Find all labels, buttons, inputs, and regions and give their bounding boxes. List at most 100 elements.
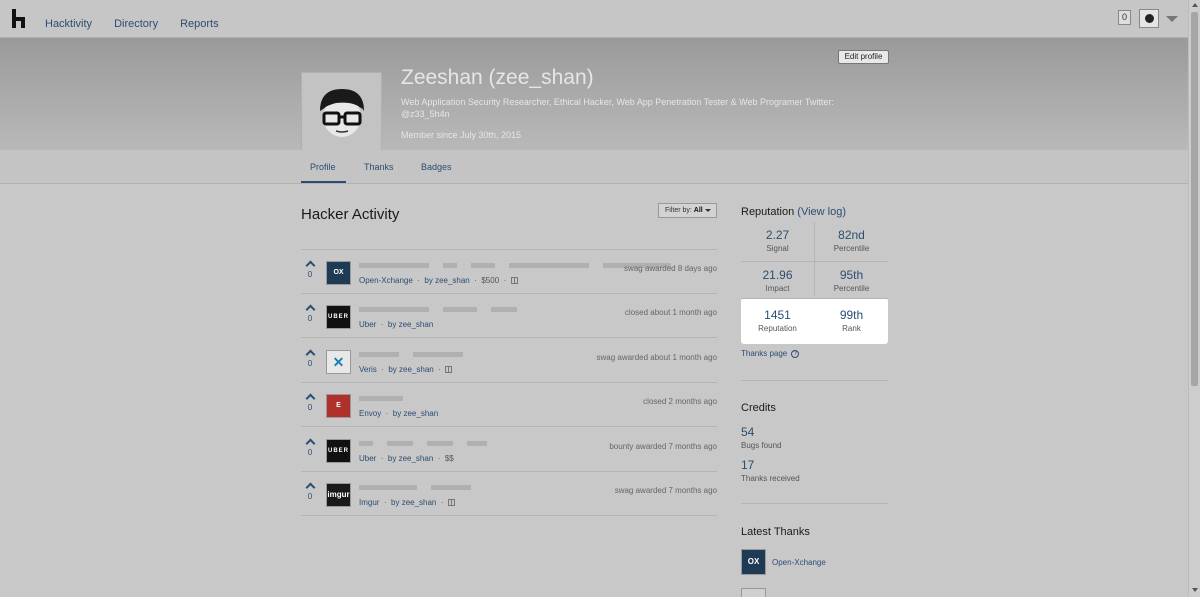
- activity-row[interactable]: 0 ✕ Veris · by zee_shan · swag awarded abo…: [301, 339, 717, 383]
- profile-bio: Web Application Security Researcher, Eth…: [401, 97, 834, 119]
- program-logo[interactable]: [741, 588, 766, 597]
- view-log-link[interactable]: (View log): [797, 206, 846, 218]
- thanks-received-value: 17: [741, 458, 755, 472]
- stat-impact-percentile: 95th Percentile: [815, 268, 888, 293]
- main-nav: Hacktivity Directory Reports: [45, 18, 219, 30]
- scroll-down-arrow-icon[interactable]: [1192, 588, 1198, 592]
- activity-row[interactable]: 0 E Envoy · by zee_shan closed 2 months ago: [301, 383, 717, 428]
- program-link[interactable]: Veris: [359, 365, 377, 374]
- page-scrollbar[interactable]: [1188, 0, 1200, 597]
- chevron-up-icon: [305, 304, 315, 315]
- vote-count: 0: [307, 314, 313, 324]
- vote-count: 0: [307, 270, 313, 279]
- activity-row[interactable]: 0 OX Open-Xchange · by zee_shan · $500 · s…: [301, 250, 717, 294]
- nav-reports[interactable]: Reports: [180, 18, 219, 30]
- divider: [741, 503, 888, 504]
- stat-value: 99th: [839, 308, 864, 322]
- activity-title: Hacker Activity: [301, 206, 400, 223]
- upvote-button[interactable]: 0: [304, 393, 316, 413]
- program-link[interactable]: Imgur: [359, 498, 379, 507]
- nav-directory[interactable]: Directory: [114, 18, 158, 30]
- chevron-up-icon: [305, 393, 315, 404]
- activity-status: closed 2 months ago: [643, 397, 717, 407]
- stat-value: 95th: [839, 268, 864, 282]
- activity-row[interactable]: 0 imgur Imgur · by zee_shan · swag awarded…: [301, 472, 717, 516]
- upvote-button[interactable]: 0: [304, 349, 316, 368]
- reputation-label: Reputation: [741, 206, 795, 218]
- program-logo[interactable]: imgur: [326, 483, 351, 507]
- program-logo[interactable]: UBER: [326, 305, 351, 330]
- upvote-button[interactable]: 0: [304, 438, 316, 457]
- chevron-up-icon: [305, 349, 315, 360]
- upvote-button[interactable]: 0: [304, 482, 316, 501]
- info-icon: ?: [791, 349, 800, 358]
- profile-name: Zeeshan (zee_shan): [401, 66, 594, 89]
- stat-label: Rank: [842, 324, 861, 333]
- stat-value: 82nd: [838, 228, 865, 242]
- stat-label: Signal: [766, 244, 789, 253]
- program-link[interactable]: Open-Xchange: [359, 276, 413, 285]
- nav-hacktivity[interactable]: Hacktivity: [45, 18, 92, 30]
- reporter-link[interactable]: by zee_shan: [388, 454, 433, 463]
- stat-rank: 99th Rank: [815, 308, 888, 333]
- chevron-up-icon: [305, 482, 315, 493]
- tab-profile[interactable]: Profile: [310, 162, 336, 172]
- stat-signal: 2.27 Signal: [741, 228, 814, 253]
- notification-count-badge[interactable]: 0: [1118, 10, 1131, 25]
- reporter-link[interactable]: by zee_shan: [393, 409, 438, 418]
- gift-icon: [510, 277, 518, 285]
- thanks-received-label: Thanks received: [741, 474, 800, 483]
- gift-icon: [447, 499, 455, 507]
- program-logo[interactable]: UBER: [326, 438, 351, 463]
- redacted-report-title: [359, 485, 485, 491]
- reporter-link[interactable]: by zee_shan: [391, 498, 436, 507]
- active-tab-indicator: [301, 181, 346, 183]
- activity-meta: Uber · by zee_shan · $$: [359, 453, 454, 463]
- activity-meta: Open-Xchange · by zee_shan · $500 ·: [359, 276, 518, 285]
- activity-status: swag awarded 8 days ago: [624, 264, 717, 273]
- edit-profile-button[interactable]: Edit profile: [838, 50, 889, 64]
- reporter-link[interactable]: by zee_shan: [424, 276, 469, 285]
- program-logo[interactable]: E: [326, 394, 351, 419]
- reporter-link[interactable]: by zee_shan: [388, 320, 433, 329]
- activity-meta: Imgur · by zee_shan ·: [359, 498, 455, 507]
- hackerone-logo-icon[interactable]: [12, 9, 26, 29]
- open-xchange-logo[interactable]: OX: [741, 549, 766, 575]
- stat-signal-percentile: 82nd Percentile: [815, 228, 888, 253]
- scrollbar-thumb[interactable]: [1191, 12, 1198, 386]
- upvote-button[interactable]: 0: [304, 304, 316, 324]
- thanks-page-link[interactable]: Thanks page?: [741, 349, 800, 358]
- user-avatar[interactable]: [1139, 9, 1159, 28]
- reporter-link[interactable]: by zee_shan: [388, 365, 433, 374]
- redacted-report-title: [359, 396, 417, 402]
- activity-row[interactable]: 0 UBER Uber · by zee_shan · $$ bounty award…: [301, 428, 717, 472]
- user-menu-caret-icon[interactable]: [1166, 16, 1178, 22]
- hacker-glasses-avatar-icon: [320, 89, 364, 137]
- tab-thanks[interactable]: Thanks: [364, 162, 394, 172]
- scroll-up-arrow-icon[interactable]: [1192, 3, 1198, 7]
- latest-thanks-program-link[interactable]: Open-Xchange: [772, 558, 826, 567]
- upvote-button[interactable]: 0: [304, 260, 316, 279]
- chevron-up-icon: [305, 438, 315, 449]
- activity-row[interactable]: 0 UBER Uber · by zee_shan closed about 1 mo…: [301, 294, 717, 339]
- filter-value: All: [693, 207, 703, 214]
- stat-label: Percentile: [833, 284, 870, 293]
- stat-reputation: 1451 Reputation: [741, 308, 814, 333]
- vote-count: 0: [307, 403, 313, 413]
- program-logo[interactable]: OX: [326, 261, 351, 285]
- program-link[interactable]: Uber: [359, 454, 376, 463]
- stat-value: 2.27: [765, 228, 790, 242]
- filter-chevron-down-icon: [704, 208, 711, 212]
- tab-badges[interactable]: Badges: [421, 162, 452, 172]
- bounty-amount: $$: [444, 453, 454, 463]
- program-link[interactable]: Envoy: [359, 409, 381, 418]
- stat-label: Impact: [765, 284, 790, 293]
- thanks-page-label: Thanks page: [741, 349, 788, 358]
- program-link[interactable]: Uber: [359, 320, 376, 329]
- program-logo[interactable]: ✕: [326, 349, 351, 374]
- bugs-found-label: Bugs found: [741, 441, 782, 450]
- vote-count: 0: [307, 358, 313, 368]
- filter-dropdown[interactable]: Filter by: All: [658, 203, 717, 218]
- stat-label: Percentile: [833, 244, 870, 253]
- activity-meta: Envoy · by zee_shan: [359, 409, 439, 419]
